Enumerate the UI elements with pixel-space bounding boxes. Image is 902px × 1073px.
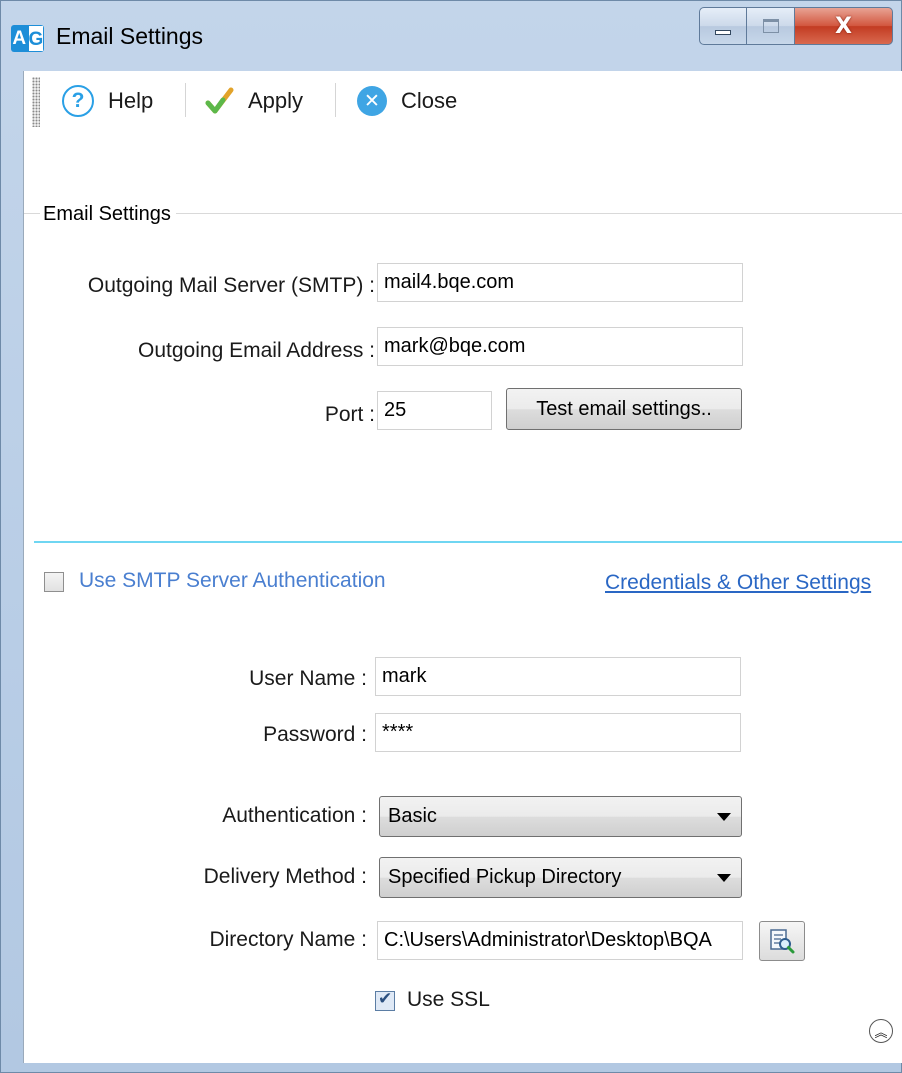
port-input[interactable]: 25 (377, 391, 492, 430)
credentials-settings-link[interactable]: Credentials & Other Settings (605, 571, 871, 595)
window-controls: X (699, 7, 893, 45)
browse-folder-icon (770, 929, 795, 954)
smtp-server-label: Outgoing Mail Server (SMTP) : (87, 274, 375, 297)
toolbar-separator (185, 83, 186, 117)
chevron-down-icon (717, 813, 731, 821)
dialog-body: ? Help Apply ✕ Close Email Settings Outg… (23, 71, 902, 1063)
app-logo-icon: A G (11, 25, 44, 52)
help-icon: ? (62, 85, 94, 117)
help-button[interactable]: ? Help (62, 81, 153, 121)
apply-check-icon (205, 87, 234, 114)
apply-label: Apply (248, 88, 304, 113)
toolbar: ? Help Apply ✕ Close (24, 71, 902, 131)
help-label: Help (108, 88, 154, 113)
app-logo-letter-g: G (27, 25, 44, 52)
maximize-icon (762, 19, 779, 33)
browse-directory-button[interactable] (759, 921, 805, 961)
email-settings-group-title: Email Settings (43, 203, 175, 226)
directory-name-input[interactable]: C:\Users\Administrator\Desktop\BQA (377, 921, 743, 960)
email-settings-window: A G Email Settings X ? Help Apply ✕ Clos… (0, 0, 902, 1073)
use-smtp-auth-label[interactable]: Use SMTP Server Authentication (79, 569, 386, 593)
port-label: Port : (324, 403, 375, 426)
group-border-right (176, 213, 902, 214)
window-title: Email Settings (56, 23, 204, 49)
title-bar[interactable]: A G Email Settings X (1, 1, 901, 71)
username-label: User Name : (249, 667, 367, 690)
delivery-method-label: Delivery Method : (203, 865, 367, 888)
authentication-selected-value: Basic (388, 805, 437, 827)
app-logo-letter-a: A (11, 25, 28, 52)
authentication-select[interactable]: Basic (379, 796, 742, 837)
maximize-button[interactable] (747, 7, 795, 45)
collapse-chevron-icon[interactable]: ︽ (869, 1019, 893, 1043)
password-input[interactable]: **** (375, 713, 741, 752)
directory-name-label: Directory Name : (209, 928, 367, 951)
use-smtp-auth-checkbox[interactable] (44, 572, 64, 592)
section-separator (34, 541, 902, 543)
outgoing-email-label: Outgoing Email Address : (138, 339, 375, 362)
smtp-server-input[interactable]: mail4.bqe.com (377, 263, 743, 302)
close-label: Close (401, 88, 458, 113)
window-close-button[interactable]: X (795, 7, 893, 45)
minimize-icon (715, 29, 731, 35)
delivery-method-selected-value: Specified Pickup Directory (388, 866, 622, 888)
window-close-icon: X (835, 13, 852, 39)
minimize-button[interactable] (699, 7, 747, 45)
chevron-down-icon (717, 874, 731, 882)
toolbar-separator (335, 83, 336, 117)
test-email-settings-button[interactable]: Test email settings.. (506, 388, 742, 430)
toolbar-grip-handle[interactable] (32, 77, 40, 127)
outgoing-email-input[interactable]: mark@bqe.com (377, 327, 743, 366)
close-icon: ✕ (357, 86, 387, 116)
username-input[interactable]: mark (375, 657, 741, 696)
use-ssl-checkbox[interactable] (375, 989, 395, 1011)
group-border-left (24, 213, 40, 214)
delivery-method-select[interactable]: Specified Pickup Directory (379, 857, 742, 898)
use-ssl-label[interactable]: Use SSL (407, 988, 490, 1012)
close-button[interactable]: ✕ Close (357, 81, 457, 121)
authentication-label: Authentication : (222, 804, 367, 827)
password-label: Password : (263, 723, 367, 746)
apply-button[interactable]: Apply (204, 81, 303, 121)
